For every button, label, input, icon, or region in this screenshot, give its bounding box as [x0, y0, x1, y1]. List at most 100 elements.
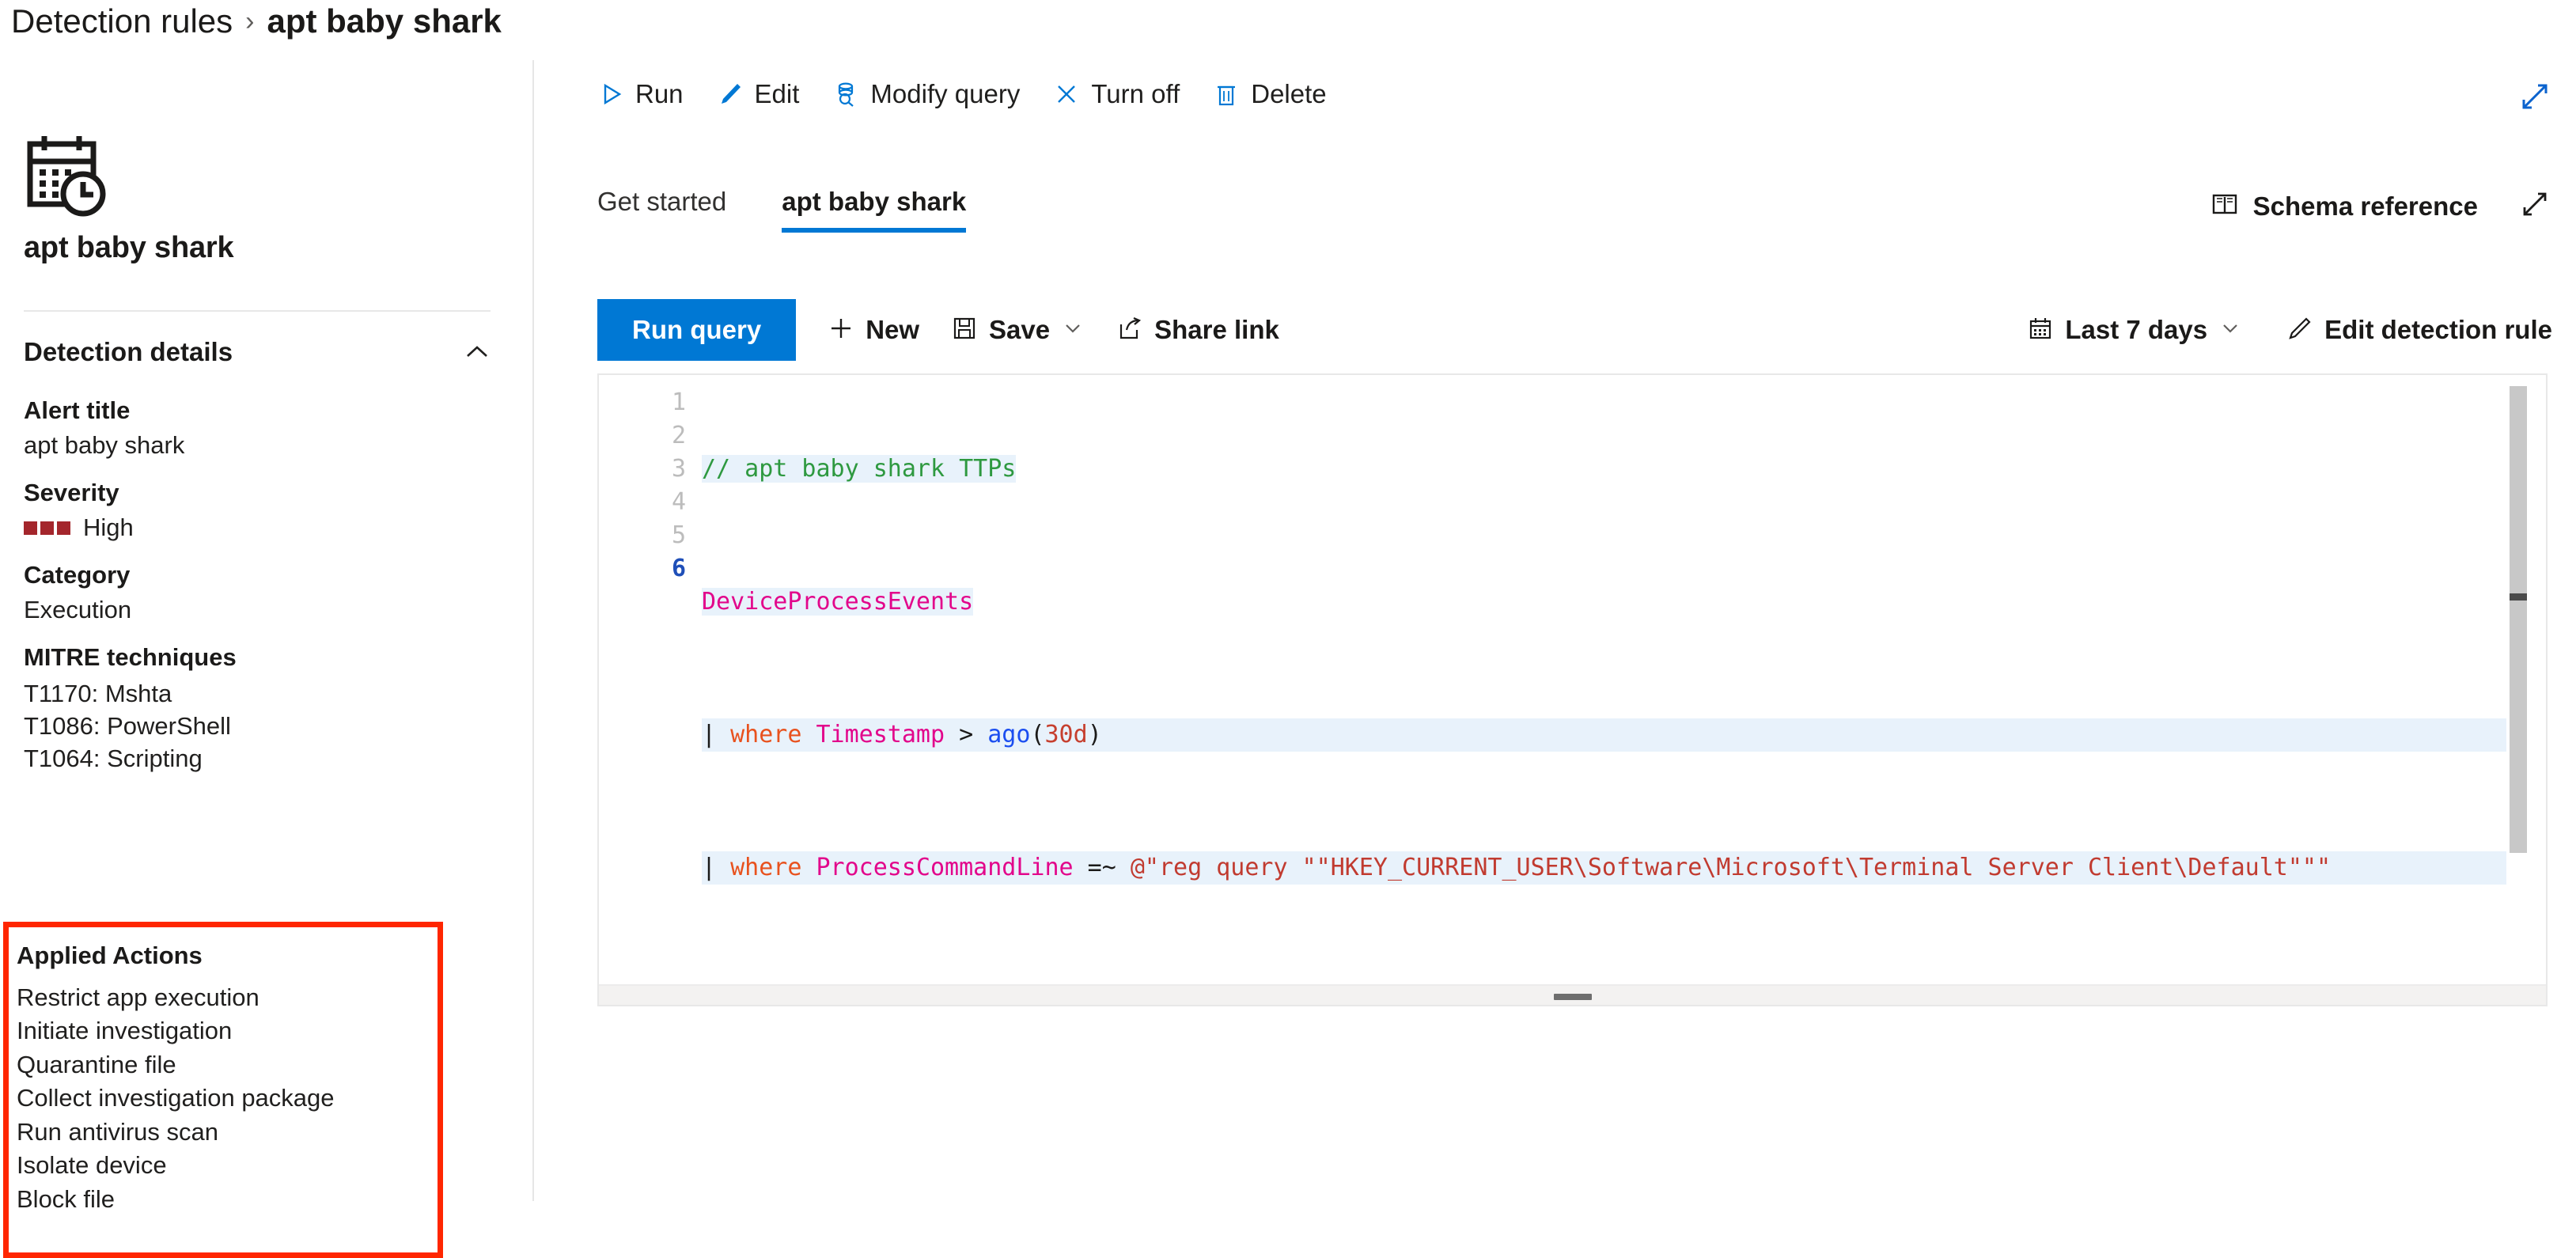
editor-footer	[599, 984, 2546, 1005]
applied-action-item: Initiate investigation	[17, 1014, 438, 1048]
breadcrumb: Detection rules › apt baby shark	[11, 5, 502, 38]
field-mitre-techniques: MITRE techniques T1170: Mshta T1086: Pow…	[24, 643, 498, 775]
delete-button[interactable]: Delete	[1213, 79, 1326, 109]
severity-bars-icon	[24, 521, 70, 535]
applied-action-item: Quarantine file	[17, 1048, 438, 1082]
severity-value: High	[83, 513, 134, 542]
code-pipe: |	[702, 854, 716, 881]
applied-action-item: Block file	[17, 1183, 438, 1216]
pencil-icon	[2286, 315, 2313, 346]
calendar-clock-icon	[25, 133, 112, 220]
database-search-icon	[832, 81, 859, 108]
code-function: ago	[987, 721, 1030, 748]
close-x-icon	[1053, 81, 1080, 108]
modify-query-label: Modify query	[870, 79, 1020, 109]
editor-code-area[interactable]: // apt baby shark TTPs DeviceProcessEven…	[702, 386, 2506, 1006]
applied-action-item: Collect investigation package	[17, 1082, 438, 1115]
pencil-icon	[717, 81, 744, 108]
code-operator: >	[959, 721, 973, 748]
time-range-picker[interactable]: Last 7 days	[2027, 315, 2242, 346]
code-column: Timestamp	[816, 721, 945, 748]
book-icon	[2210, 190, 2239, 222]
query-toolbar: Run query New Save	[597, 299, 2552, 361]
share-icon	[1116, 315, 1143, 346]
mitre-technique-item: T1170: Mshta	[24, 678, 498, 710]
trash-icon	[1213, 81, 1240, 108]
category-value: Execution	[24, 596, 498, 624]
chevron-up-icon[interactable]	[464, 339, 491, 366]
schema-reference-button[interactable]: Schema reference	[2210, 190, 2478, 222]
code-number: 30d	[1045, 721, 1088, 748]
tab-list: Get started apt baby shark	[597, 187, 966, 233]
tab-apt-baby-shark[interactable]: apt baby shark	[782, 187, 966, 233]
line-number: 1	[599, 386, 686, 419]
detection-details-list: Alert title apt baby shark Severity High…	[24, 396, 498, 794]
alert-title-value: apt baby shark	[24, 431, 498, 460]
chevron-down-icon[interactable]	[2218, 316, 2242, 344]
detection-details-section-header[interactable]: Detection details	[24, 337, 491, 367]
detection-details-label: Detection details	[24, 337, 233, 367]
chevron-down-icon[interactable]	[1061, 316, 1085, 344]
breadcrumb-separator: ›	[245, 8, 254, 35]
save-query-label: Save	[989, 315, 1050, 345]
query-tabs-row: Get started apt baby shark Schema refere…	[597, 187, 2552, 252]
share-link-label: Share link	[1154, 315, 1279, 345]
code-keyword: where	[730, 854, 801, 881]
detection-rule-side-panel: apt baby shark Detection details Alert t…	[0, 60, 534, 1201]
mitre-techniques-label: MITRE techniques	[24, 643, 498, 672]
category-label: Category	[24, 561, 498, 589]
turn-off-button[interactable]: Turn off	[1053, 79, 1180, 109]
field-alert-title: Alert title apt baby shark	[24, 396, 498, 460]
line-number-active: 6	[599, 552, 686, 585]
applied-action-item: Restrict app execution	[17, 981, 438, 1014]
severity-label: Severity	[24, 479, 498, 507]
field-category: Category Execution	[24, 561, 498, 624]
expand-diagonal-icon[interactable]	[2516, 78, 2554, 116]
tab-get-started[interactable]: Get started	[597, 187, 726, 233]
plus-icon	[828, 315, 854, 346]
save-query-button[interactable]: Save	[951, 315, 1085, 346]
editor-resize-handle[interactable]	[1554, 994, 1592, 1000]
code-line-4: | where ProcessCommandLine =~ @"reg quer…	[702, 851, 2506, 885]
new-query-label: New	[866, 315, 919, 345]
edit-detection-rule-label: Edit detection rule	[2324, 315, 2552, 345]
kql-query-editor[interactable]: 1 2 3 4 5 6 // apt baby shark TTPs Devic…	[597, 373, 2548, 1006]
breadcrumb-current: apt baby shark	[267, 5, 501, 38]
line-number: 3	[599, 453, 686, 486]
panel-divider	[24, 310, 491, 312]
alert-title-label: Alert title	[24, 396, 498, 425]
edit-detection-rule-button[interactable]: Edit detection rule	[2286, 315, 2552, 346]
edit-label: Edit	[755, 79, 800, 109]
scrollbar-marker	[2510, 593, 2527, 601]
edit-button[interactable]: Edit	[717, 79, 800, 109]
code-line-3: | where Timestamp > ago(30d)	[702, 718, 2506, 752]
applied-actions-label: Applied Actions	[17, 942, 438, 970]
modify-query-button[interactable]: Modify query	[832, 79, 1020, 109]
delete-label: Delete	[1251, 79, 1326, 109]
applied-action-item: Run antivirus scan	[17, 1116, 438, 1149]
share-link-button[interactable]: Share link	[1116, 315, 1279, 346]
run-label: Run	[635, 79, 684, 109]
run-button[interactable]: Run	[597, 79, 684, 109]
turn-off-label: Turn off	[1091, 79, 1180, 109]
code-line-1: // apt baby shark TTPs	[702, 453, 2506, 486]
rule-title: apt baby shark	[24, 231, 233, 265]
run-query-button[interactable]: Run query	[597, 299, 796, 361]
field-severity: Severity High	[24, 479, 498, 542]
line-number: 5	[599, 519, 686, 552]
code-string: @"reg query ""HKEY_CURRENT_USER\Software…	[1131, 854, 2331, 881]
code-pipe: |	[702, 721, 716, 748]
new-query-button[interactable]: New	[828, 315, 919, 346]
code-table-name: DeviceProcessEvents	[702, 588, 973, 616]
vertical-scrollbar[interactable]	[2510, 386, 2527, 853]
calendar-icon	[2027, 315, 2054, 346]
time-range-label: Last 7 days	[2065, 315, 2207, 345]
mitre-technique-item: T1086: PowerShell	[24, 710, 498, 743]
expand-diagonal-icon[interactable]	[2517, 187, 2552, 225]
code-column: ProcessCommandLine	[816, 854, 1074, 881]
code-operator: =~	[1088, 854, 1116, 881]
schema-reference-label: Schema reference	[2253, 191, 2478, 222]
save-disk-icon	[951, 315, 978, 346]
breadcrumb-root-link[interactable]: Detection rules	[11, 5, 233, 38]
command-bar: Run Edit Modify query T	[534, 60, 2576, 128]
